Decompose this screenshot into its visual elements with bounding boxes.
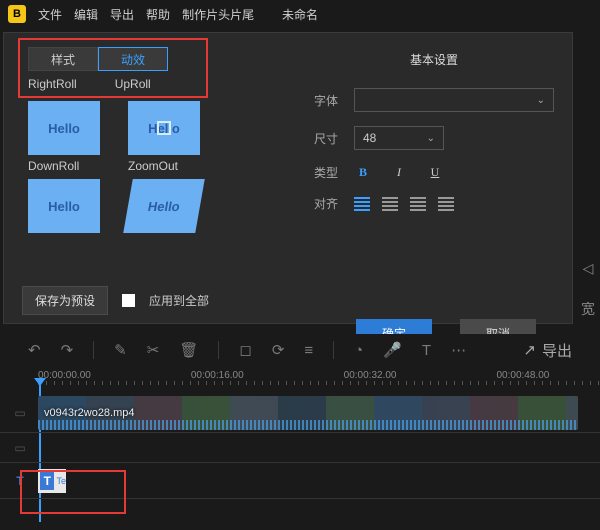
settings-column: 基本设置 字体 ⌄ 尺寸 48 ⌄ 类型 B I U 对齐 [314, 51, 554, 226]
clock-icon[interactable]: ◔ [354, 342, 363, 359]
size-value: 48 [363, 131, 376, 145]
panel-bottom-controls: 保存为预设 应用到全部 [22, 286, 209, 315]
export-button[interactable]: ↗ 导出 [523, 340, 572, 361]
apply-all-label: 应用到全部 [149, 292, 209, 309]
annotation-box-clip [20, 470, 126, 514]
time-ruler[interactable]: 00:00:00.00 00:00:16.00 00:00:32.00 00:0… [0, 370, 600, 381]
font-label: 字体 [314, 92, 354, 109]
menu-help[interactable]: 帮助 [146, 6, 170, 23]
ruler-tick: 00:00:00.00 [38, 370, 91, 381]
size-select[interactable]: 48 ⌄ [354, 126, 444, 150]
menu-edit[interactable]: 编辑 [74, 6, 98, 23]
width-label: 宽 [581, 299, 595, 319]
rotate-icon[interactable]: ⟳ [272, 341, 285, 359]
settings-heading: 基本设置 [314, 51, 554, 68]
timeline-area: ↶ ↷ ✎ ✂ 🗑 ◻ ⟳ ≡ ◔ 🎤 T ⋯ ↗ 导出 00:00:00.00… [0, 334, 600, 530]
scissors-icon[interactable]: ✂ [147, 341, 160, 359]
effects-grid: RightRoll UpRoll Hello DownRoll Hello Zo… [28, 77, 238, 297]
type-label: 类型 [314, 164, 354, 181]
align-label: 对齐 [314, 195, 354, 212]
apply-all-checkbox[interactable] [122, 294, 135, 307]
video-track: ▭ v0943r2wo28.mp4 [0, 393, 600, 433]
effect-card-3[interactable]: Hello [28, 179, 100, 233]
align-justify-icon[interactable] [438, 197, 454, 211]
top-menu-bar: B 文件 编辑 导出 帮助 制作片头片尾 未命名 [0, 0, 600, 28]
right-sidebar: ◁ 宽 [578, 260, 598, 319]
mic-icon[interactable]: 🎤 [383, 341, 402, 359]
menu-titles[interactable]: 制作片头片尾 [182, 6, 254, 23]
redo-icon[interactable]: ↷ [61, 341, 74, 359]
project-title: 未命名 [282, 6, 318, 23]
effect-card-downroll[interactable]: Hello [28, 101, 100, 155]
ruler-tick: 00:00:32.00 [344, 370, 397, 381]
save-preset-button[interactable]: 保存为预设 [22, 286, 108, 315]
effect-card-zoomout[interactable]: Hello [128, 101, 200, 155]
edit-icon[interactable]: ✎ [114, 341, 127, 359]
underline-icon[interactable]: U [426, 165, 444, 180]
play-icon[interactable]: ◁ [583, 260, 594, 277]
ruler-tick: 00:00:48.00 [496, 370, 549, 381]
font-select[interactable]: ⌄ [354, 88, 554, 112]
export-label: 导出 [542, 340, 572, 361]
chevron-down-icon: ⌄ [537, 95, 545, 106]
align-right-icon[interactable] [410, 197, 426, 211]
trash-icon[interactable]: 🗑 [179, 341, 198, 359]
align-left-icon[interactable] [354, 197, 370, 211]
annotation-box-tabs [18, 38, 208, 98]
video-clip[interactable]: v0943r2wo28.mp4 [38, 396, 578, 430]
timeline-toolbar: ↶ ↷ ✎ ✂ 🗑 ◻ ⟳ ≡ ◔ 🎤 T ⋯ ↗ 导出 [0, 334, 600, 366]
italic-icon[interactable]: I [390, 165, 408, 180]
misc-icon[interactable]: ⋯ [451, 341, 466, 359]
export-icon: ↗ [523, 341, 536, 359]
bold-icon[interactable]: B [354, 165, 372, 180]
audio-track: ▭ [0, 433, 600, 463]
effect-card-4[interactable]: Hello [123, 179, 205, 233]
undo-icon[interactable]: ↶ [28, 341, 41, 359]
crop-icon[interactable]: ◻ [239, 341, 251, 359]
app-logo: B [8, 5, 26, 23]
clip-filename: v0943r2wo28.mp4 [44, 407, 135, 419]
effect-name-zoomout: ZoomOut [128, 159, 200, 173]
menu-file[interactable]: 文件 [38, 6, 62, 23]
effect-name-downroll: DownRoll [28, 159, 100, 173]
align-center-icon[interactable] [382, 197, 398, 211]
track-gutter-icon[interactable]: ▭ [8, 393, 32, 432]
chevron-down-icon: ⌄ [427, 133, 435, 144]
size-label: 尺寸 [314, 130, 354, 147]
adjust-icon[interactable]: ≡ [304, 342, 313, 359]
track-gutter-icon[interactable]: ▭ [8, 433, 32, 462]
menu-export[interactable]: 导出 [110, 6, 134, 23]
ruler-tick: 00:00:16.00 [191, 370, 244, 381]
text-tool-icon[interactable]: T [422, 342, 431, 359]
